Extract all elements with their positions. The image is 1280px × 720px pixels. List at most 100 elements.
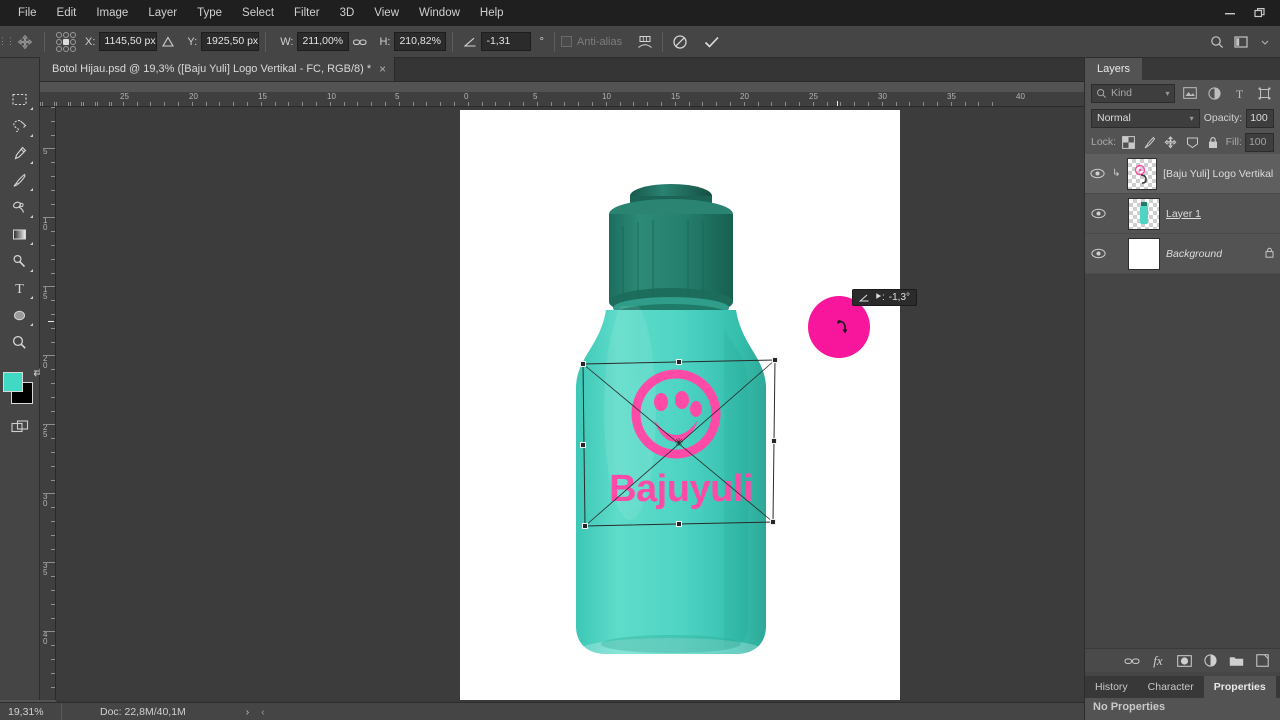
horizontal-ruler[interactable]: 25 20 15 10 5 0 5 10 15 20 25 30 35 40 (40, 92, 1084, 107)
layer-filter-kind-select[interactable]: Kind ▾ (1091, 83, 1175, 103)
blend-mode-select[interactable]: Normal ▾ (1091, 108, 1200, 128)
lock-image-icon[interactable] (1140, 133, 1158, 152)
dodge-tool[interactable] (5, 248, 35, 274)
layer-mask-icon[interactable] (1175, 652, 1193, 670)
transform-handle-top-right[interactable] (772, 357, 778, 363)
menu-item-image[interactable]: Image (86, 0, 138, 26)
layer-visibility-icon[interactable] (1089, 208, 1107, 219)
lock-all-icon[interactable] (1204, 133, 1222, 152)
transform-handle-bottom-center[interactable] (676, 521, 682, 527)
menu-item-type[interactable]: Type (187, 0, 232, 26)
status-menu-arrow[interactable]: › (246, 706, 250, 718)
vertical-ruler[interactable]: 5 10 15 20 25 30 35 40 (40, 107, 56, 700)
y-input[interactable]: 1925,50 px (201, 32, 260, 51)
zoom-tool[interactable] (5, 329, 35, 355)
menu-item-3d[interactable]: 3D (330, 0, 365, 26)
search-icon[interactable] (1206, 31, 1228, 53)
quick-mask-icon[interactable] (10, 420, 29, 438)
x-input[interactable]: 1145,50 px (99, 32, 158, 51)
divider (662, 31, 664, 52)
chevron-down-icon[interactable]: ▾ (1165, 89, 1169, 98)
rotation-input[interactable]: -1,31 (481, 32, 532, 51)
chevron-down-icon[interactable]: ▾ (1190, 114, 1194, 123)
shape-filter-icon[interactable] (1255, 84, 1274, 103)
menu-item-layer[interactable]: Layer (138, 0, 187, 26)
opacity-input[interactable]: 100 (1246, 108, 1274, 128)
lock-position-icon[interactable] (1162, 133, 1180, 152)
antialias-label: Anti-alias (576, 35, 623, 48)
menu-item-select[interactable]: Select (232, 0, 284, 26)
link-layers-icon[interactable] (1123, 652, 1141, 670)
fill-input[interactable]: 100 (1244, 132, 1275, 152)
layer-thumbnail[interactable] (1126, 157, 1158, 190)
menu-item-filter[interactable]: Filter (284, 0, 330, 26)
transform-handle-bottom-right[interactable] (770, 519, 776, 525)
table-row[interactable]: Background (1085, 234, 1280, 274)
tab-layers[interactable]: Layers (1085, 58, 1143, 80)
type-filter-icon[interactable]: T (1230, 84, 1249, 103)
new-group-icon[interactable] (1227, 652, 1245, 670)
layer-visibility-icon[interactable] (1089, 168, 1106, 179)
tab-character[interactable]: Character (1137, 676, 1204, 698)
checkbox-box[interactable] (560, 36, 572, 47)
close-icon[interactable]: × (379, 63, 386, 75)
brush-tool[interactable] (5, 167, 35, 193)
layer-visibility-icon[interactable] (1089, 248, 1107, 259)
options-bar-grip[interactable]: ⋮⋮ (0, 26, 15, 58)
transform-handle-top-center[interactable] (676, 359, 682, 365)
menu-item-edit[interactable]: Edit (47, 0, 87, 26)
status-collapse-arrow[interactable]: ‹ (261, 706, 265, 718)
foreground-color-swatch[interactable] (2, 372, 23, 392)
transform-handle-top-left[interactable] (580, 361, 586, 367)
minimize-icon[interactable] (1216, 3, 1244, 23)
move-tool-icon[interactable] (12, 30, 38, 54)
pixel-filter-icon[interactable] (1181, 84, 1200, 103)
layer-name[interactable]: Layer 1 (1166, 208, 1201, 220)
transform-handle-middle-right[interactable] (771, 438, 777, 444)
layer-thumbnail[interactable] (1128, 237, 1160, 270)
transform-bounding-box[interactable]: ✳ (580, 357, 778, 529)
canvas-area[interactable]: Bajuyuli ✳ ⯈: -1,3° (56, 107, 1084, 700)
eyedropper-tool[interactable] (5, 140, 35, 166)
menu-item-view[interactable]: View (364, 0, 409, 26)
ellipse-tool[interactable] (5, 302, 35, 328)
layer-name[interactable]: Background (1166, 248, 1222, 260)
antialias-checkbox[interactable]: Anti-alias (560, 35, 623, 48)
clone-stamp-tool[interactable] (5, 194, 35, 220)
table-row[interactable]: Layer 1 (1085, 194, 1280, 234)
restore-icon[interactable] (1246, 3, 1274, 23)
transform-handle-bottom-left[interactable] (582, 523, 588, 529)
layer-thumbnail[interactable] (1128, 197, 1160, 230)
reference-point-grid[interactable] (55, 31, 77, 53)
lock-artboard-icon[interactable] (1183, 133, 1201, 152)
workspace-icon[interactable] (1230, 31, 1252, 53)
document-tab[interactable]: Botol Hijau.psd @ 19,3% ([Baju Yuli] Log… (40, 57, 396, 81)
menu-item-help[interactable]: Help (470, 0, 514, 26)
lasso-tool[interactable] (5, 113, 35, 139)
type-tool[interactable]: T (5, 275, 35, 301)
relative-position-icon[interactable] (157, 31, 179, 53)
zoom-level[interactable]: 19,31% (0, 702, 62, 720)
chevron-down-icon[interactable] (1254, 31, 1276, 53)
layer-style-icon[interactable]: fx (1149, 652, 1167, 670)
warp-icon[interactable] (634, 31, 656, 53)
tab-history[interactable]: History (1085, 676, 1138, 698)
new-layer-icon[interactable] (1253, 652, 1271, 670)
table-row[interactable]: ↳ [Baju Yuli] Logo Vertikal .. (1085, 154, 1280, 194)
layer-name[interactable]: [Baju Yuli] Logo Vertikal .. (1163, 168, 1276, 180)
lock-transparency-icon[interactable] (1119, 133, 1137, 152)
tab-properties[interactable]: Properties (1203, 676, 1276, 698)
cancel-transform-icon[interactable] (669, 31, 691, 53)
menu-item-file[interactable]: File (8, 0, 47, 26)
height-input[interactable]: 210,82% (394, 32, 447, 51)
link-icon[interactable] (349, 31, 371, 53)
menu-item-window[interactable]: Window (409, 0, 470, 26)
adjustment-layer-icon[interactable] (1201, 652, 1219, 670)
transform-center-icon[interactable]: ✳ (674, 437, 685, 449)
width-input[interactable]: 211,00% (297, 32, 350, 51)
rectangular-marquee-tool[interactable] (5, 86, 35, 112)
adjustment-filter-icon[interactable] (1205, 84, 1224, 103)
gradient-tool[interactable] (5, 221, 35, 247)
commit-transform-icon[interactable] (701, 31, 723, 53)
transform-handle-middle-left[interactable] (580, 442, 586, 448)
